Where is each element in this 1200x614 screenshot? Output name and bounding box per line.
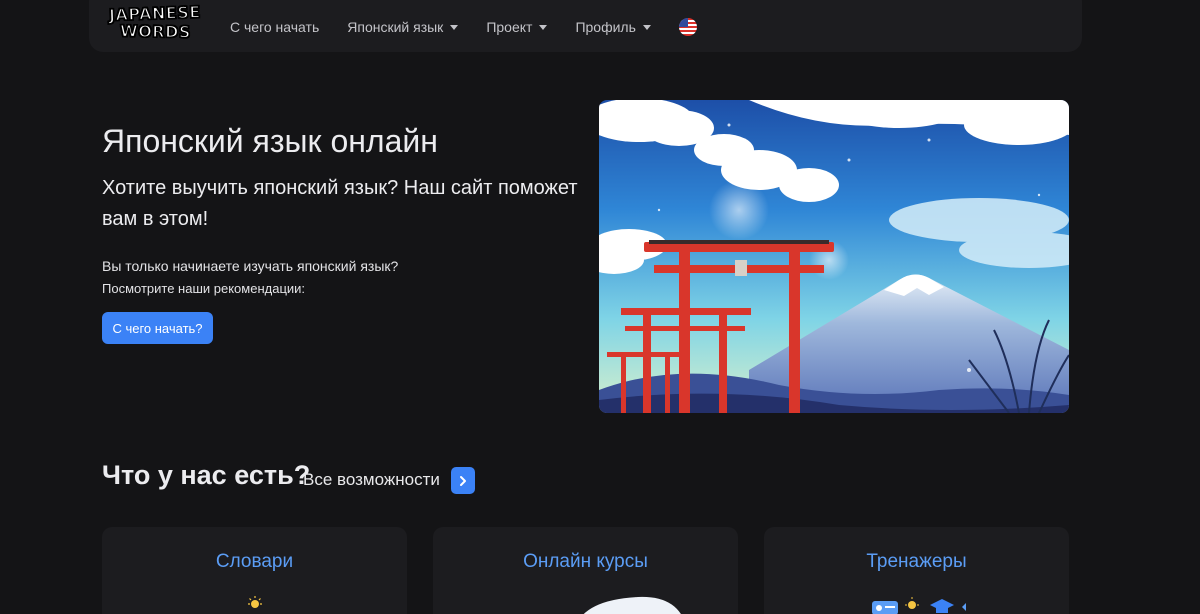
features-title: Что у нас есть? xyxy=(102,460,311,490)
all-features-link[interactable]: Все возможности xyxy=(303,470,440,490)
nav-item-start[interactable]: С чего начать xyxy=(230,19,319,35)
all-features-arrow-button[interactable] xyxy=(451,467,475,494)
card-title: Тренажеры xyxy=(866,551,967,572)
lightbulb-icon xyxy=(248,596,262,608)
course-icon xyxy=(583,596,681,614)
hero-text-question: Вы только начинаете изучать японский язы… xyxy=(102,258,399,274)
hero-subtitle: Хотите выучить японский язык? Наш сайт п… xyxy=(102,177,578,230)
card-title: Онлайн курсы xyxy=(523,551,648,572)
nav-item-profile[interactable]: Профиль xyxy=(575,19,651,35)
caret-down-icon xyxy=(642,25,651,30)
nav-item-label: Профиль xyxy=(575,19,636,35)
start-button[interactable]: С чего начать? xyxy=(102,312,213,344)
feature-card-online-courses[interactable]: Онлайн курсы xyxy=(433,527,738,614)
hero-title: Японский язык онлайн xyxy=(102,123,438,159)
feature-card-trainers[interactable]: Тренажеры xyxy=(764,527,1069,614)
site-logo[interactable]: JAPANESE WORDS xyxy=(105,0,205,46)
caret-down-icon xyxy=(450,25,459,30)
trainer-icon xyxy=(872,597,966,614)
feature-card-dictionaries[interactable]: Словари xyxy=(102,527,407,614)
nav-menu: С чего начать Японский язык Проект Профи… xyxy=(230,16,697,38)
chevron-right-icon xyxy=(460,475,466,486)
us-flag-icon[interactable] xyxy=(678,18,697,36)
nav-item-label: С чего начать xyxy=(230,19,320,35)
nav-item-japanese[interactable]: Японский язык xyxy=(347,19,459,35)
nav-item-project[interactable]: Проект xyxy=(486,19,548,35)
hero-text-recommendation: Посмотрите наши рекомендации: xyxy=(102,281,306,296)
nav-item-label: Японский язык xyxy=(347,19,444,35)
card-title: Словари xyxy=(215,551,294,572)
hero-illustration-torii xyxy=(599,100,1069,413)
nav-item-label: Проект xyxy=(486,19,533,35)
logo-line-2: WORDS xyxy=(119,21,192,43)
navbar: JAPANESE WORDS С чего начать Японский яз… xyxy=(89,0,1082,52)
caret-down-icon xyxy=(539,25,548,30)
